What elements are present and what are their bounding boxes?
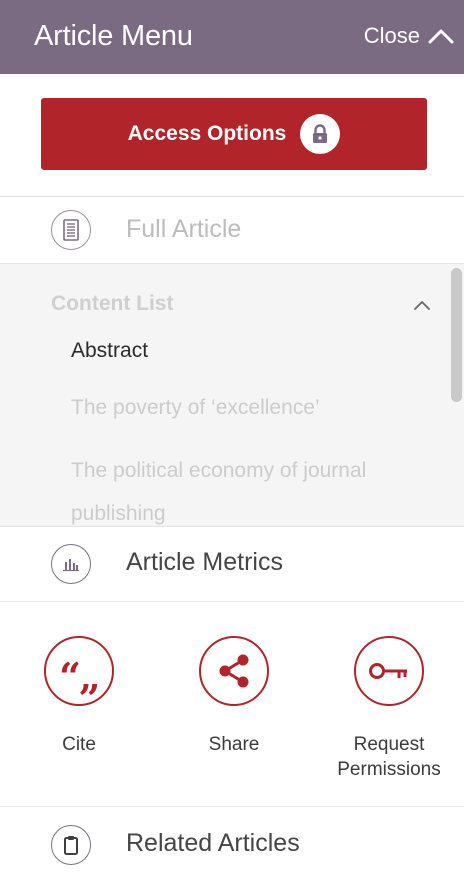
key-icon [354, 636, 424, 706]
article-menu-header: Article Menu Close [0, 0, 464, 74]
chevron-up-icon [428, 29, 454, 44]
close-button[interactable]: Close [364, 18, 454, 54]
cite-button[interactable]: “„ Cite [9, 636, 149, 757]
share-button[interactable]: Share [164, 636, 304, 757]
chevron-up-icon[interactable] [413, 298, 431, 316]
article-metrics-label: Article Metrics [126, 548, 283, 576]
request-permissions-button[interactable]: Request Permissions [319, 636, 459, 782]
quote-icon: “„ [44, 636, 114, 706]
related-articles-label: Related Articles [126, 829, 300, 857]
content-list-item-abstract[interactable]: Abstract [71, 329, 431, 372]
content-list-scrollbar[interactable] [451, 268, 462, 402]
cite-label: Cite [62, 734, 96, 755]
lock-icon [300, 114, 341, 154]
content-list-item-political-economy[interactable]: The political economy of journal publish… [71, 449, 431, 526]
article-metrics-item[interactable]: Article Metrics [0, 527, 464, 602]
document-icon [51, 210, 91, 250]
close-label: Close [363, 23, 420, 48]
content-list: Content List Abstract The poverty of ‘ex… [0, 264, 464, 527]
header-title: Article Menu [34, 20, 193, 52]
full-article-label: Full Article [126, 215, 242, 243]
article-menu-panel: Article Menu Close Access Options Full A… [0, 0, 464, 878]
related-articles-item[interactable]: Related Articles [0, 807, 464, 878]
bar-chart-icon [51, 544, 91, 584]
article-tools: “„ Cite Share Request Permissions [0, 602, 464, 807]
access-options-label: Access Options [127, 122, 287, 145]
content-list-title: Content List [51, 292, 174, 315]
full-article-item[interactable]: Full Article [0, 197, 464, 264]
clipboard-icon [51, 825, 91, 865]
share-icon [199, 636, 269, 706]
access-section: Access Options [0, 74, 464, 197]
share-label: Share [208, 734, 260, 755]
content-list-item-poverty[interactable]: The poverty of ‘excellence’ [71, 386, 431, 429]
access-options-button[interactable]: Access Options [41, 98, 427, 170]
request-permissions-label: Request Permissions [337, 734, 441, 780]
